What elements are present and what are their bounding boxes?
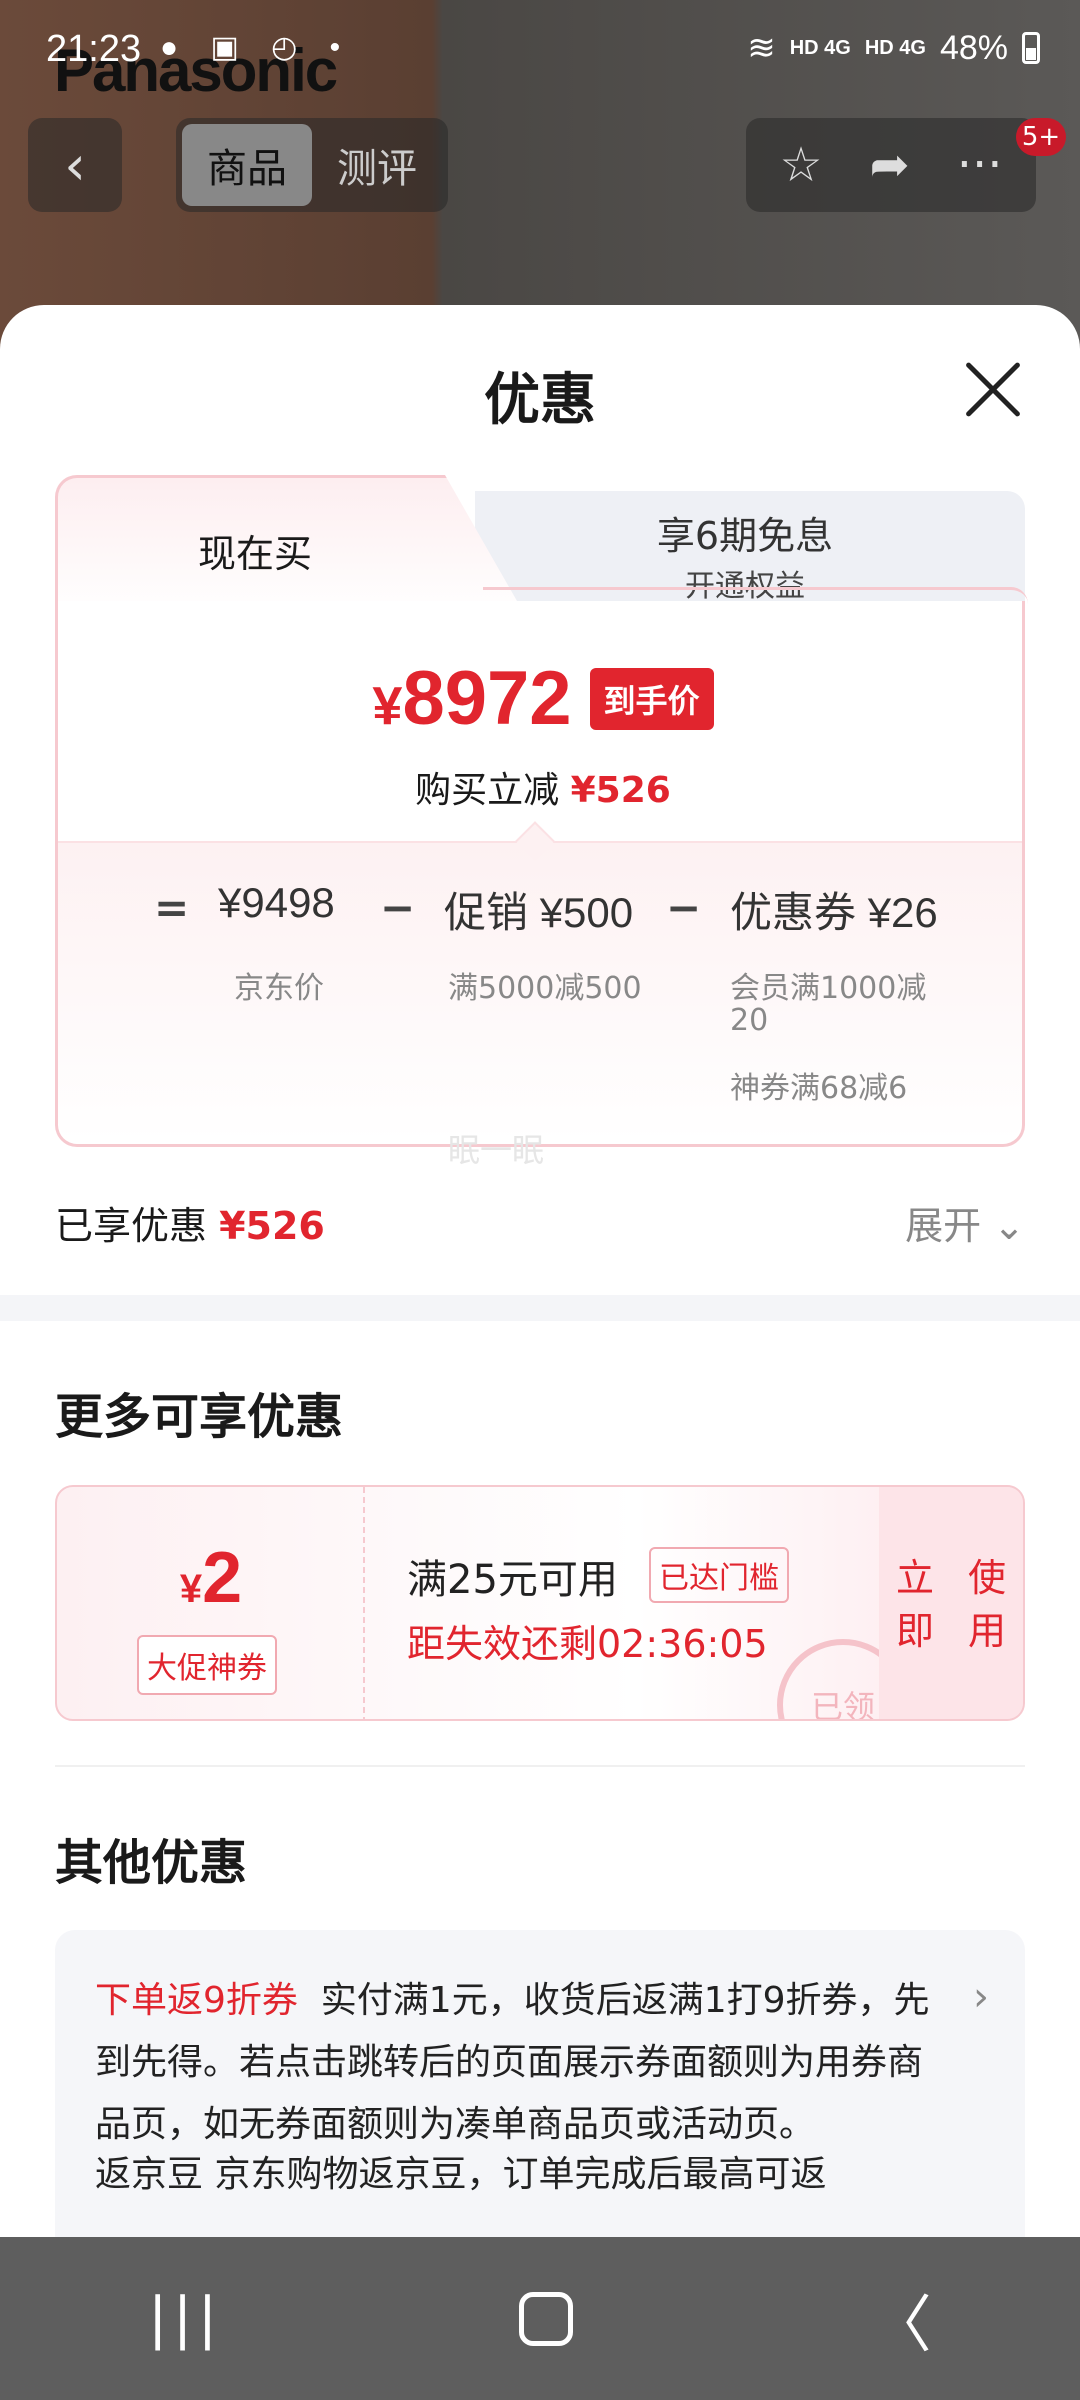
coupon-amount: ¥26 — [867, 889, 938, 936]
coupon-amount-display: ¥2 — [57, 1537, 365, 1619]
coupon-type-tag: 大促神券 — [137, 1635, 277, 1695]
enjoyed-label: 已享优惠 — [55, 1204, 208, 1248]
breakdown-notch — [515, 821, 555, 861]
jd-price: ¥9498 — [218, 879, 335, 926]
back-button[interactable]: ‹ — [28, 118, 122, 212]
final-price-value: 8972 — [402, 656, 572, 741]
share-icon[interactable]: ➦ — [870, 137, 910, 193]
final-price-tag: 到手价 — [589, 667, 714, 730]
minus-sign-2: − — [666, 883, 702, 932]
other-item-1[interactable]: 下单返9折券 实付满1元，收货后返满1打9折券，先到先得。若点击跳转后的页面展示… — [95, 1970, 955, 2156]
coupon-sub-member: 会员满1000减 — [730, 971, 927, 1006]
more-icon[interactable]: ··· — [957, 137, 1003, 193]
tab-buy-now[interactable]: 现在买 — [55, 523, 455, 578]
notification-icons: ● ▣ ◴ • — [160, 31, 353, 64]
enjoyed-amount: ¥526 — [219, 1204, 325, 1248]
promo-sub: 满5000减500 — [448, 971, 642, 1006]
section-separator — [55, 1765, 1025, 1767]
message-badge: 5+ — [1016, 118, 1066, 156]
instant-reduce-amount: ¥526 — [570, 770, 671, 811]
star-icon[interactable]: ☆ — [779, 137, 822, 193]
recent-apps-icon[interactable]: ||| — [148, 2286, 223, 2351]
other-item-1-tag: 下单返9折券 — [95, 1980, 298, 2021]
instant-reduce: 购买立减 ¥526 — [58, 761, 1028, 813]
price-card: 现在买 享6期免息 开通权益 ¥8972 到手价 购买立减 ¥526 = ¥94… — [55, 475, 1028, 1147]
clock: 21:23 — [46, 28, 142, 70]
instant-reduce-label: 购买立减 — [415, 770, 560, 811]
other-discounts-title: 其他优惠 — [55, 1835, 248, 1891]
tab-product[interactable]: 商品 — [182, 124, 312, 206]
battery-icon — [1022, 32, 1040, 64]
coupon-amount-value: 2 — [202, 1538, 243, 1618]
expand-button[interactable]: 展开 ⌄ — [905, 1195, 1025, 1250]
coupon-sub-super: 神券满68减6 — [730, 1071, 908, 1106]
price-card-body: ¥8972 到手价 购买立减 ¥526 = ¥9498 京东价 − 促销 ¥50… — [55, 587, 1028, 1147]
coupon-sub-member-cont: 20 — [730, 1003, 769, 1038]
tab-installment[interactable]: 享6期免息 — [535, 505, 955, 560]
network-indicator: HD 4G — [789, 36, 851, 59]
enjoyed-discount: 已享优惠 ¥526 — [55, 1195, 325, 1250]
status-right: ≋ HD 4G HD 4G 48% — [747, 28, 1040, 68]
top-actions: ☆ ➦ ··· — [746, 118, 1036, 212]
section-divider — [0, 1295, 1080, 1321]
sheet-title: 优惠 — [484, 368, 596, 433]
discount-sheet: 优惠 现在买 享6期免息 开通权益 ¥8972 到手价 购买立减 ¥526 = … — [0, 305, 1080, 2237]
promo-label: 促销 — [444, 889, 529, 936]
other-discounts-list: 下单返9折券 实付满1元，收货后返满1打9折券，先到先得。若点击跳转后的页面展示… — [55, 1930, 1025, 2237]
threshold-reached-tag: 已达门槛 — [649, 1547, 789, 1603]
other-item-2[interactable]: 返京豆 京东购物返京豆，订单完成后最高可返 — [95, 2144, 955, 2206]
equals-sign: = — [154, 883, 190, 932]
chevron-left-icon: ‹ — [64, 133, 86, 197]
final-price-row: ¥8972 到手价 — [58, 655, 1028, 742]
watermark: 眠一眠 — [448, 1131, 545, 1169]
coupon-card: ¥2 大促神券 满25元可用 已达门槛 距失效还剩02:36:05 已领 立即使… — [55, 1485, 1025, 1721]
coupon-label: 优惠券 — [730, 889, 857, 936]
price-breakdown: = ¥9498 京东价 − 促销 ¥500 满5000减500 − 优惠券 ¥2… — [58, 821, 1022, 1141]
promo-amount: ¥500 — [539, 889, 634, 936]
tab-review[interactable]: 测评 — [312, 124, 442, 206]
back-icon[interactable]: 〈 — [870, 2274, 932, 2364]
wifi-icon: ≋ — [747, 29, 776, 67]
coupon-value: 优惠券 ¥26 — [730, 879, 938, 940]
minus-sign: − — [380, 883, 416, 932]
battery-level: 48% — [939, 28, 1008, 67]
page-tabs: 商品 测评 — [176, 118, 448, 212]
coupon-currency: ¥ — [179, 1567, 203, 1611]
final-price: ¥8972 — [372, 655, 571, 742]
system-nav-bar: ||| 〈 — [0, 2237, 1080, 2400]
more-discounts-title: 更多可享优惠 — [55, 1389, 344, 1445]
currency-symbol: ¥ — [372, 676, 403, 736]
chevron-right-icon[interactable]: › — [973, 1974, 989, 2020]
network-indicator-2: HD 4G — [864, 36, 926, 59]
coupon-countdown: 距失效还剩02:36:05 — [407, 1622, 768, 1666]
status-bar: 21:23 ● ▣ ◴ • ≋ HD 4G HD 4G 48% — [0, 0, 1080, 100]
close-icon[interactable] — [964, 360, 1022, 418]
jd-price-label: 京东价 — [234, 971, 324, 1006]
promo-value: 促销 ¥500 — [444, 879, 633, 940]
coupon-condition: 满25元可用 — [407, 1557, 618, 1603]
use-now-button[interactable]: 立即 使用 — [879, 1487, 1023, 1719]
home-icon[interactable] — [519, 2291, 574, 2346]
